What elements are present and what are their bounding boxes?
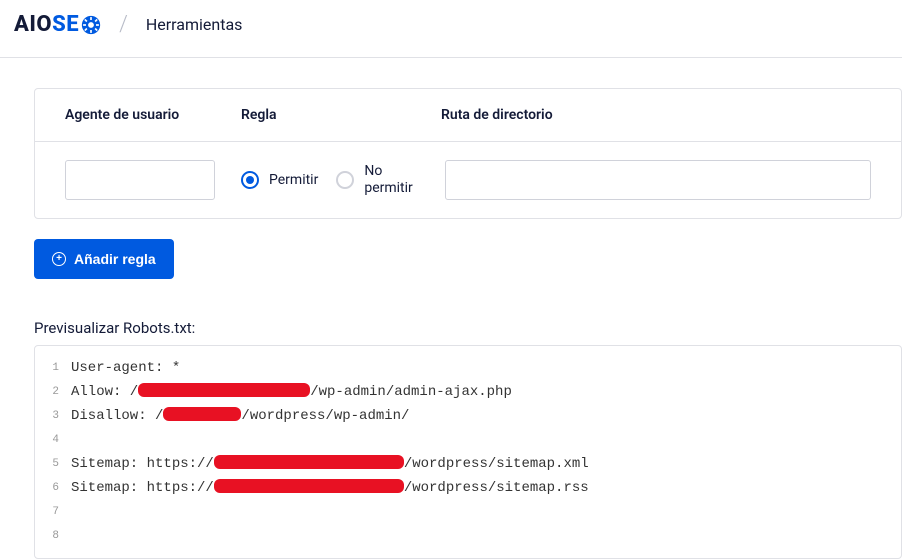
- directory-path-input[interactable]: [445, 160, 871, 200]
- line-number: 4: [35, 434, 71, 446]
- main-content: Agente de usuario Regla Ruta de director…: [0, 58, 902, 559]
- app-header: AIOSE / Herramientas: [0, 0, 902, 58]
- col-header-path: Ruta de directorio: [441, 107, 871, 123]
- line-prefix: Disallow: /: [71, 408, 163, 424]
- line-prefix: Sitemap: https://: [71, 456, 214, 472]
- col-header-rule: Regla: [241, 107, 441, 123]
- line-number: 1: [35, 362, 71, 374]
- page-title: Herramientas: [146, 15, 243, 34]
- rules-input-row: Permitir No permitir: [35, 142, 901, 218]
- line-number: 7: [35, 506, 71, 518]
- code-line: 7: [35, 500, 901, 524]
- user-agent-input[interactable]: [65, 160, 215, 200]
- line-content: Sitemap: https:// /wordpress/sitemap.xml: [71, 456, 901, 472]
- line-suffix: /wordpress/sitemap.rss: [404, 480, 589, 496]
- code-line: 5Sitemap: https:// /wordpress/sitemap.xml: [35, 452, 901, 476]
- disallow-radio[interactable]: No permitir: [336, 163, 420, 197]
- add-rule-label: Añadir regla: [74, 251, 156, 267]
- line-suffix: /wp-admin/admin-ajax.php: [310, 384, 512, 400]
- rules-card: Agente de usuario Regla Ruta de director…: [34, 88, 902, 219]
- code-line: 4: [35, 428, 901, 452]
- col-header-user-agent: Agente de usuario: [65, 107, 241, 123]
- logo-text-seo: SE: [52, 12, 79, 37]
- redaction-mark: [214, 479, 404, 493]
- breadcrumb-separator: /: [119, 12, 128, 37]
- code-line: 2Allow: / /wp-admin/admin-ajax.php: [35, 380, 901, 404]
- line-number: 3: [35, 410, 71, 422]
- line-content: Disallow: / /wordpress/wp-admin/: [71, 408, 901, 424]
- line-number: 8: [35, 530, 71, 542]
- code-line: 3Disallow: / /wordpress/wp-admin/: [35, 404, 901, 428]
- gear-icon: [81, 15, 101, 35]
- line-content: Sitemap: https:// /wordpress/sitemap.rss: [71, 480, 901, 496]
- disallow-label: No permitir: [364, 163, 420, 197]
- radio-selected-icon: [241, 171, 259, 189]
- line-prefix: Allow: /: [71, 384, 138, 400]
- allow-radio[interactable]: Permitir: [241, 171, 318, 189]
- line-number: 6: [35, 482, 71, 494]
- preview-label: Previsualizar Robots.txt:: [34, 319, 902, 337]
- app-logo: AIOSE: [14, 12, 101, 37]
- line-content: Allow: / /wp-admin/admin-ajax.php: [71, 384, 901, 400]
- code-line: 1User-agent: *: [35, 356, 901, 380]
- code-line: 8: [35, 524, 901, 548]
- line-content: User-agent: *: [71, 360, 901, 376]
- line-prefix: Sitemap: https://: [71, 480, 214, 496]
- rule-radio-group: Permitir No permitir: [241, 163, 441, 197]
- code-line: 6Sitemap: https:// /wordpress/sitemap.rss: [35, 476, 901, 500]
- redaction-mark: [163, 407, 241, 421]
- line-suffix: /wordpress/wp-admin/: [241, 408, 409, 424]
- rules-header-row: Agente de usuario Regla Ruta de director…: [35, 89, 901, 142]
- logo-text-aio: AIO: [14, 12, 52, 37]
- line-prefix: User-agent: *: [71, 360, 180, 376]
- line-number: 5: [35, 458, 71, 470]
- preview-section: Previsualizar Robots.txt: 1User-agent: *…: [34, 319, 902, 559]
- redaction-mark: [214, 455, 404, 469]
- allow-label: Permitir: [269, 172, 318, 189]
- plus-circle-icon: +: [52, 252, 66, 266]
- line-suffix: /wordpress/sitemap.xml: [404, 456, 589, 472]
- add-rule-button[interactable]: + Añadir regla: [34, 239, 174, 279]
- redaction-mark: [138, 383, 310, 397]
- radio-unselected-icon: [336, 171, 354, 189]
- line-number: 2: [35, 386, 71, 398]
